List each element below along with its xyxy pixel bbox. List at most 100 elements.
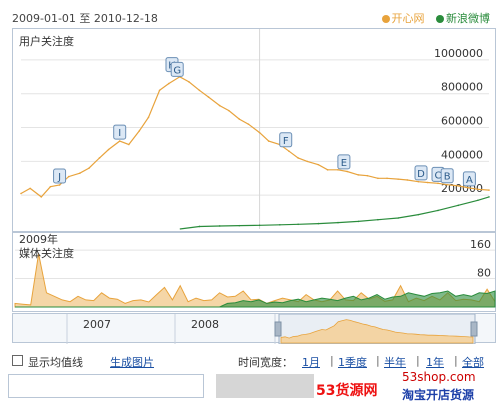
kaixin-point [98,157,101,159]
annotation-marker-f[interactable]: F [279,132,293,148]
weibo-point [457,204,460,207]
navigator-year-label: 2008 [191,318,219,331]
marker-label: I [118,128,121,139]
kaixin-point [188,81,190,83]
kaixin-point [306,160,309,163]
zoom-1-month[interactable]: 1月 [302,354,320,370]
annotation-marker-e[interactable]: E [337,154,351,170]
kaixin-point [247,123,250,125]
media-attention-chart: 160 80 [14,238,496,308]
kaixin-point [446,183,448,186]
kaixin-point [158,89,161,92]
kaixin-point [406,179,409,181]
y-tick-label: 800000 [441,81,483,94]
navigator-right-handle[interactable] [470,321,478,337]
kaixin-point [317,163,320,166]
kaixin-point [138,130,141,132]
marker-label: G [173,65,181,76]
kaixin-point [218,104,221,107]
weibo-point [337,221,339,224]
kaixin-point [337,169,339,171]
date-range-label: 2009-01-01 至 2010-12-18 [12,12,158,25]
user-attention-panel: 1000000800000600000400000200000JIHGFEDCB… [12,28,496,232]
weibo-point [258,224,261,227]
kaixin-point [258,131,261,134]
media-attention-panel: 160 80 2009年 媒体关注度 [12,232,496,312]
kaixin-point [20,192,22,195]
weibo-point [397,217,399,219]
weibo-point [198,225,201,228]
navigator-overview[interactable]: 2007200820092010 [13,314,497,344]
kaixin-point [147,116,150,119]
kaixin-point [228,109,230,112]
trend-widget: 2009-01-01 至 2010-12-18 开心网 新浪微博 1000000… [6,4,496,407]
watermark-brand: 53货源网 [316,383,378,399]
kaixin-point [466,186,469,189]
kaixin-point [297,157,299,159]
user-attention-title: 用户关注度 [19,35,74,48]
watermark: 53货源网 53shop.com 淘宝开店货源 [316,370,500,404]
navigator-left-handle[interactable] [274,321,282,337]
annotation-marker-i[interactable]: I [113,124,127,140]
kaixin-point [29,187,31,190]
kaixin-point [79,172,81,174]
timeline-navigator[interactable]: 2007200820092010 [12,313,497,344]
user-attention-chart: 1000000800000600000400000200000JIHGFEDCB… [20,29,490,230]
weibo-point [357,220,360,223]
kaixin-point [377,177,379,180]
chart-header: 2009-01-01 至 2010-12-18 开心网 新浪微博 [12,4,496,26]
time-width-label: 时间宽度： [238,356,293,369]
annotation-marker-d[interactable]: D [414,165,428,181]
kaixin-point [346,170,348,173]
annotation-marker-b[interactable]: B [440,168,454,184]
search-button-box[interactable] [216,374,314,398]
bottom-toolbar: 显示均值线 生成图片 时间宽度： 1月 | 1季度 | 半年 | 1年 | 全部 [12,352,496,372]
kaixin-point [366,174,369,177]
weibo-point [279,223,281,226]
show-avg-checkbox[interactable] [12,355,23,366]
zoom-1-year[interactable]: 1年 [426,354,444,370]
kaixin-point [107,148,110,151]
marker-label: A [466,175,473,186]
media-attention-title: 媒体关注度 [19,247,74,260]
marker-label: C [435,170,442,181]
weibo-point [297,223,299,226]
generate-image-link[interactable]: 生成图片 [110,354,154,370]
show-avg-label: 显示均值线 [28,356,83,369]
media-y-tick-label: 80 [477,267,491,280]
legend: 开心网 新浪微博 [374,10,490,26]
zoom-all[interactable]: 全部 [462,354,484,370]
kaixin-point [386,177,388,180]
marker-label: D [417,169,425,180]
kaixin-point [167,82,170,85]
kaixin-point [40,196,43,198]
annotation-marker-a[interactable]: A [462,171,476,187]
y-tick-label: 1000000 [434,47,483,60]
marker-label: B [444,172,451,183]
search-input-box[interactable] [8,374,204,398]
kaixin-point [437,182,439,185]
y-tick-label: 400000 [441,148,483,161]
legend-weibo[interactable]: 新浪微博 [446,12,490,25]
weibo-point [218,225,221,227]
series-line-weibo [179,196,490,230]
annotation-marker-g[interactable]: G [170,61,184,77]
weibo-legend-dot [436,15,444,23]
kaixin-point [488,189,490,191]
navigator-year-label: 2007 [83,318,111,331]
zoom-1-quarter[interactable]: 1季度 [338,354,367,370]
kaixin-point [207,96,210,98]
kaixin-legend-dot [381,15,390,23]
kaixin-point [67,175,70,178]
y-tick-label: 600000 [441,115,483,128]
kaixin-point [267,140,270,142]
media-y-tick-label: 160 [470,238,491,251]
watermark-slogan: 淘宝开店货源 [402,388,475,402]
marker-label: J [57,172,61,183]
zoom-half-year[interactable]: 半年 [384,354,406,370]
kaixin-point [49,185,52,188]
annotation-marker-j[interactable]: J [53,168,67,184]
kaixin-point [288,150,290,153]
kaixin-point [58,184,61,186]
legend-kaixin[interactable]: 开心网 [392,12,425,25]
